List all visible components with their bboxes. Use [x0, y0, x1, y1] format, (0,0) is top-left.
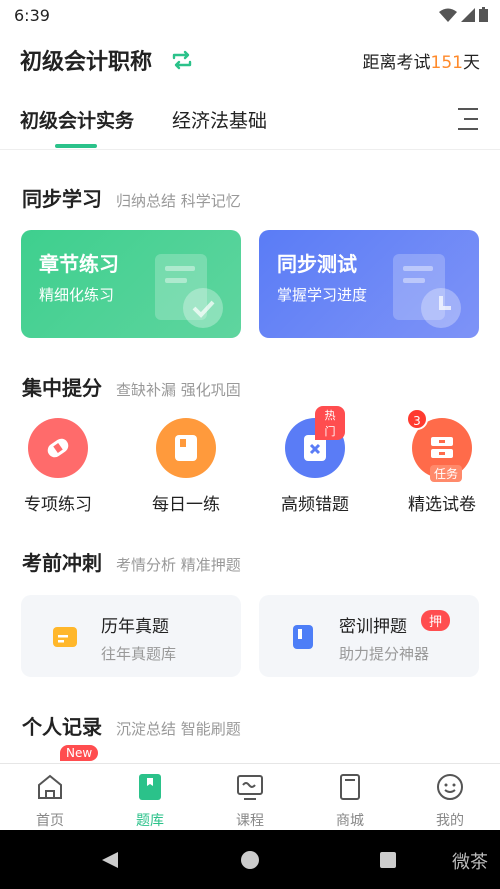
countdown-suffix: 天 [463, 53, 480, 73]
feature-label: 精选试卷 [408, 495, 476, 515]
daily-practice-icon [156, 418, 216, 478]
new-badge: New [60, 745, 99, 761]
battery-icon [479, 7, 488, 22]
smiley-face-icon [437, 774, 463, 800]
section-subtitle: 归纳总结 科学记忆 [116, 192, 241, 210]
card-subtitle: 掌握学习进度 [277, 286, 368, 304]
selected-papers-button[interactable]: 3 任务 精选试卷 [392, 408, 492, 518]
task-count-badge: 3 [406, 408, 428, 430]
status-time: 6:39 [14, 6, 50, 25]
countdown-prefix: 距离考试 [362, 53, 431, 73]
sync-test-card[interactable]: 同步测试 掌握学习进度 [259, 230, 479, 338]
question-bank-icon [139, 774, 161, 800]
card-title: 密训押题 [339, 617, 407, 637]
nav-mall[interactable]: 商城 [320, 772, 380, 830]
selected-papers-icon: 3 任务 [406, 408, 472, 482]
task-tag: 任务 [430, 465, 463, 482]
document-clock-icon [393, 254, 461, 328]
card-subtitle: 精细化练习 [39, 286, 115, 304]
nav-course[interactable]: 课程 [220, 772, 280, 830]
card-subtitle: 助力提分神器 [339, 645, 430, 663]
recents-square-icon[interactable] [378, 850, 398, 870]
switch-exam-icon[interactable] [170, 48, 194, 72]
nav-label: 课程 [236, 813, 264, 829]
tab-indicator [55, 144, 97, 148]
section-subtitle: 沉淀总结 智能刷题 [116, 720, 241, 738]
section-title: 集中提分 [22, 376, 102, 400]
subject-tabs: 初级会计实务 经济法基础 [0, 92, 500, 150]
special-practice-icon [28, 418, 88, 478]
section-subtitle: 考情分析 精准押题 [116, 556, 241, 574]
section-subtitle: 查缺补漏 强化巩固 [116, 381, 241, 399]
feature-label: 每日一练 [152, 495, 220, 515]
bottom-nav: 首页 题库 课程 商城 我的 [0, 763, 500, 830]
feature-label: 专项练习 [24, 495, 92, 515]
feature-label: 高频错题 [281, 495, 349, 515]
section-sync-header: 同步学习 归纳总结 科学记忆 [22, 183, 241, 212]
card-subtitle: 往年真题库 [101, 645, 177, 663]
ya-badge: 押 [421, 610, 451, 631]
status-bar: 6:39 [0, 0, 500, 30]
exam-countdown: 距离考试151天 [363, 48, 480, 73]
mall-icon [340, 774, 360, 800]
signal-icon [461, 7, 475, 22]
card-title: 同步测试 [277, 252, 357, 276]
secret-training-card[interactable]: 密训押题 押 助力提分神器 [259, 595, 479, 677]
android-nav-bar: 微茶 [0, 830, 500, 889]
watermark: 微茶 [452, 852, 488, 873]
hot-badge: 热门 [315, 406, 345, 440]
home-icon [38, 774, 62, 799]
nav-question-bank[interactable]: 题库 [120, 772, 180, 830]
past-exams-card[interactable]: 历年真题 往年真题库 [21, 595, 241, 677]
section-title: 个人记录 [22, 715, 102, 739]
header: 初级会计职称 距离考试151天 [0, 30, 500, 92]
section-sprint-header: 考前冲刺 考情分析 精准押题 [22, 547, 241, 576]
nav-label: 商城 [336, 813, 364, 829]
section-record-header: 个人记录 沉淀总结 智能刷题 [22, 711, 241, 740]
frequent-mistakes-button[interactable]: 热门 高频错题 [265, 406, 365, 518]
nav-label: 首页 [36, 813, 64, 829]
nav-label: 我的 [436, 813, 464, 829]
status-icons [439, 7, 488, 22]
section-title: 考前冲刺 [22, 551, 102, 575]
card-title: 历年真题 [101, 617, 169, 637]
back-icon[interactable] [100, 850, 120, 870]
nav-label: 题库 [136, 813, 164, 829]
tab-accounting-practice[interactable]: 初级会计实务 [20, 106, 134, 133]
tab-economic-law[interactable]: 经济法基础 [172, 106, 267, 133]
section-title: 同步学习 [22, 187, 102, 211]
exam-title[interactable]: 初级会计职称 [20, 44, 152, 76]
wifi-icon [439, 8, 457, 22]
notebook-icon [293, 625, 313, 649]
course-monitor-icon [237, 775, 263, 800]
nav-home[interactable]: 首页 [20, 772, 80, 830]
frequent-mistakes-icon: 热门 [285, 406, 345, 478]
special-practice-button[interactable]: 专项练习 [8, 418, 108, 518]
document-check-icon [155, 254, 223, 328]
countdown-days: 151 [430, 53, 463, 73]
folder-icon [53, 627, 77, 647]
home-circle-icon[interactable] [240, 850, 260, 870]
daily-practice-button[interactable]: 每日一练 [136, 418, 236, 518]
card-title: 章节练习 [39, 252, 119, 276]
menu-icon[interactable] [458, 108, 478, 130]
chapter-practice-card[interactable]: 章节练习 精细化练习 [21, 230, 241, 338]
section-focus-header: 集中提分 查缺补漏 强化巩固 [22, 372, 241, 401]
nav-profile[interactable]: 我的 [420, 772, 480, 830]
